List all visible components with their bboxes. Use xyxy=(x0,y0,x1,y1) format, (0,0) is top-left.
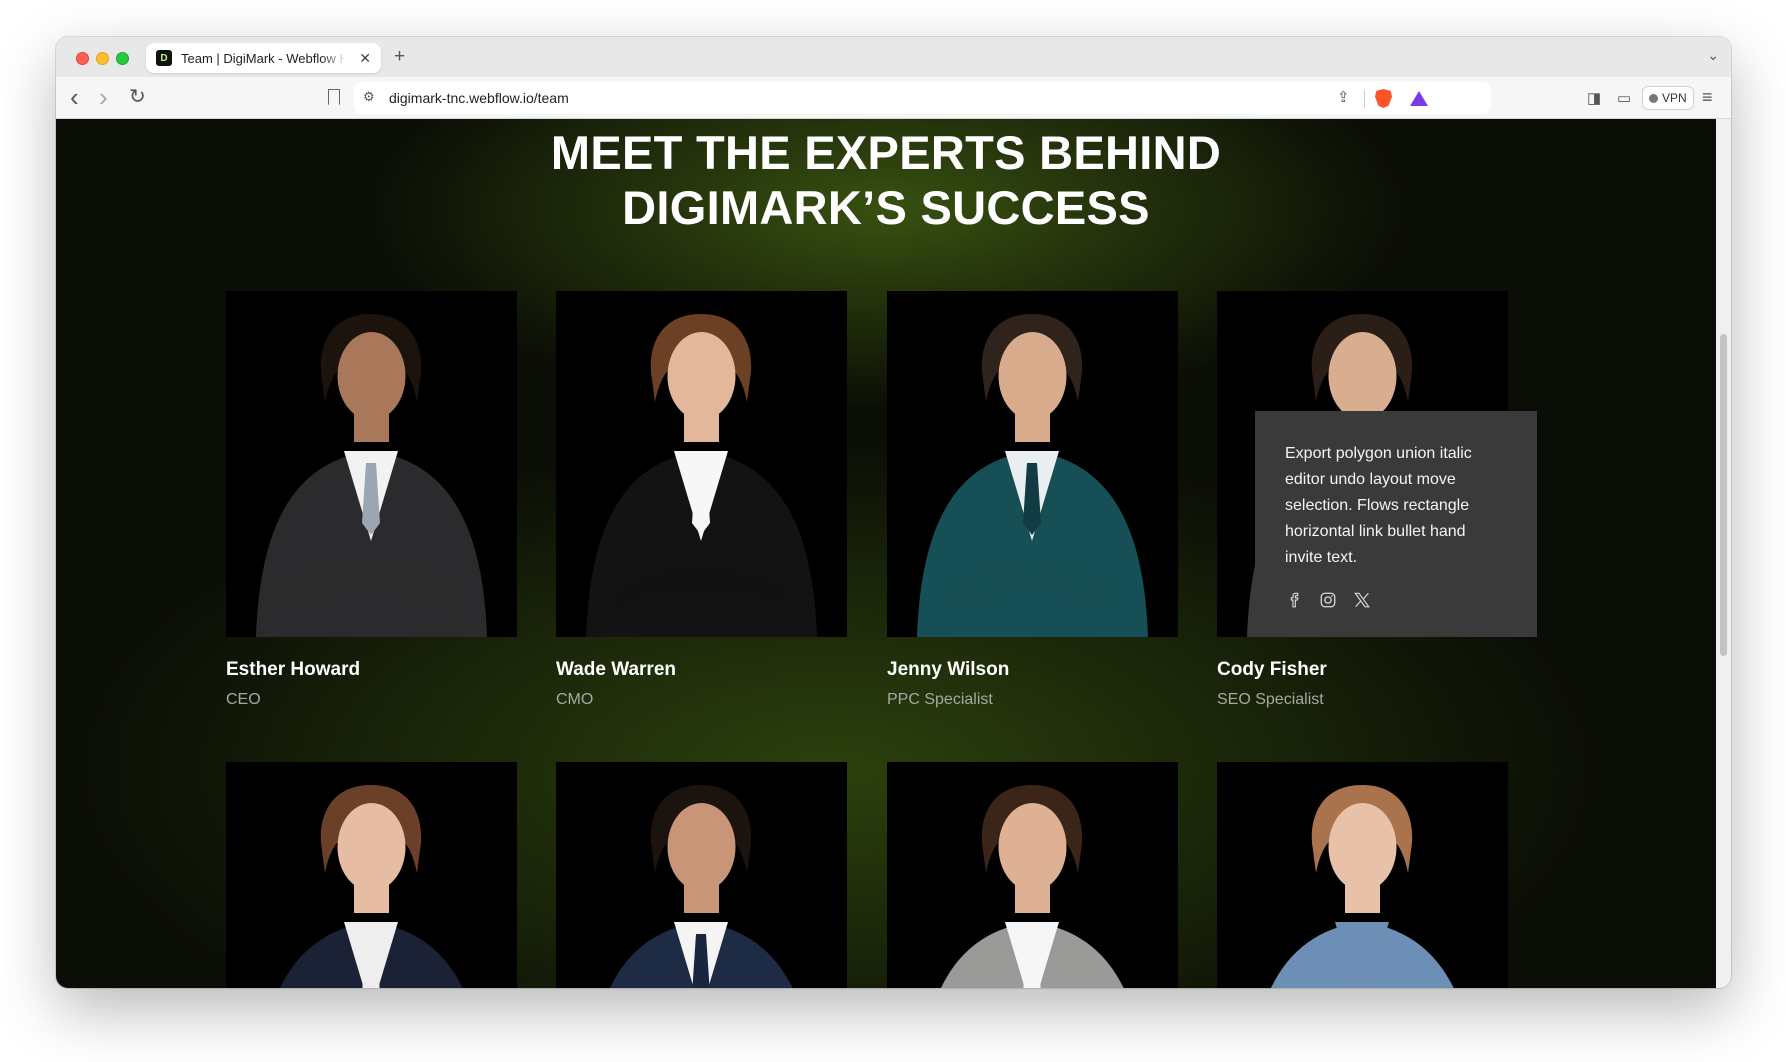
team-member-card[interactable] xyxy=(1217,762,1508,988)
tab-title: Team | DigiMark - Webflow HTML website t… xyxy=(181,50,346,66)
brave-shields-icon[interactable] xyxy=(1375,89,1392,108)
site-info-icon[interactable]: ⚙ xyxy=(363,89,375,105)
team-member-role: SEO Specialist xyxy=(1217,691,1324,708)
portrait-illustration xyxy=(586,314,817,637)
menu-icon[interactable]: ≡ xyxy=(1702,87,1713,108)
portrait-illustration xyxy=(280,785,463,988)
team-member-card[interactable] xyxy=(226,762,517,988)
instagram-icon[interactable] xyxy=(1319,591,1337,609)
team-member-name[interactable]: Jenny Wilson xyxy=(887,659,1178,681)
team-member-role: PPC Specialist xyxy=(887,691,993,708)
bookmark-icon[interactable] xyxy=(328,89,340,105)
sidebar-toggle-icon[interactable]: ◨ xyxy=(1587,89,1601,107)
portrait-illustration xyxy=(610,785,793,988)
portrait-illustration xyxy=(256,314,487,637)
team-member-card[interactable] xyxy=(887,762,1178,988)
browser-toolbar: ‹ › ↻ ⚙ digimark-tnc.webflow.io/team ⇪ ◨… xyxy=(56,77,1731,119)
share-icon[interactable]: ⇪ xyxy=(1337,88,1350,106)
x-twitter-icon[interactable] xyxy=(1353,591,1371,609)
team-member-card[interactable]: Esther Howard CEO xyxy=(226,291,517,709)
team-member-card[interactable]: Wade Warren CMO xyxy=(556,291,847,709)
close-window-button[interactable] xyxy=(76,52,89,65)
browser-tab-active[interactable]: D Team | DigiMark - Webflow HTML website… xyxy=(146,43,381,73)
team-member-photo[interactable] xyxy=(887,762,1178,988)
close-tab-icon[interactable]: ✕ xyxy=(359,50,371,67)
page-viewport: MEET THE EXPERTS BEHIND DIGIMARK’S SUCCE… xyxy=(56,119,1716,988)
scrollbar-thumb[interactable] xyxy=(1720,334,1727,656)
team-member-name[interactable]: Cody Fisher xyxy=(1217,659,1508,681)
team-member-photo[interactable] xyxy=(556,762,847,988)
facebook-icon[interactable] xyxy=(1285,591,1303,609)
portrait-illustration xyxy=(917,314,1148,637)
team-member-photo[interactable] xyxy=(1217,762,1508,988)
social-links xyxy=(1285,591,1507,609)
portrait-illustration xyxy=(1271,785,1454,988)
team-member-name[interactable]: Esther Howard xyxy=(226,659,517,681)
member-bio-text: Export polygon union italic editor undo … xyxy=(1285,445,1472,566)
team-member-card[interactable] xyxy=(556,762,847,988)
team-member-role: CEO xyxy=(226,691,261,708)
browser-window: D Team | DigiMark - Webflow HTML website… xyxy=(56,37,1731,988)
site-favicon: D xyxy=(156,50,172,66)
vpn-button[interactable]: VPN xyxy=(1642,86,1694,110)
team-member-name[interactable]: Wade Warren xyxy=(556,659,847,681)
team-member-photo[interactable] xyxy=(556,291,847,637)
heading-line-2: DIGIMARK’S SUCCESS xyxy=(622,181,1150,234)
vpn-label: VPN xyxy=(1662,91,1687,105)
team-member-photo[interactable] xyxy=(226,762,517,988)
minimize-window-button[interactable] xyxy=(96,52,109,65)
url-divider xyxy=(1364,90,1365,108)
new-tab-button[interactable]: + xyxy=(394,46,405,68)
back-button[interactable]: ‹ xyxy=(70,84,79,110)
team-member-card[interactable]: Jenny Wilson PPC Specialist xyxy=(887,291,1178,709)
url-text[interactable]: digimark-tnc.webflow.io/team xyxy=(389,90,569,106)
brave-rewards-icon[interactable] xyxy=(1410,91,1428,106)
team-member-photo[interactable] xyxy=(226,291,517,637)
tab-bar: D Team | DigiMark - Webflow HTML website… xyxy=(56,37,1731,77)
tab-list-chevron-icon[interactable]: ⌄ xyxy=(1707,47,1719,64)
page-heading: MEET THE EXPERTS BEHIND DIGIMARK’S SUCCE… xyxy=(56,125,1716,235)
reload-button[interactable]: ↻ xyxy=(129,86,146,108)
vpn-status-icon xyxy=(1649,93,1658,103)
address-bar[interactable]: ⚙ digimark-tnc.webflow.io/team ⇪ xyxy=(354,82,1491,114)
wallet-icon[interactable]: ▭ xyxy=(1617,89,1631,107)
heading-line-1: MEET THE EXPERTS BEHIND xyxy=(550,126,1222,179)
portrait-illustration xyxy=(941,785,1124,988)
team-member-role: CMO xyxy=(556,691,594,708)
vertical-scrollbar[interactable] xyxy=(1716,119,1731,988)
zoom-window-button[interactable] xyxy=(116,52,129,65)
team-member-photo[interactable] xyxy=(887,291,1178,637)
forward-button[interactable]: › xyxy=(99,84,108,110)
member-bio-popover: Export polygon union italic editor undo … xyxy=(1255,411,1537,637)
